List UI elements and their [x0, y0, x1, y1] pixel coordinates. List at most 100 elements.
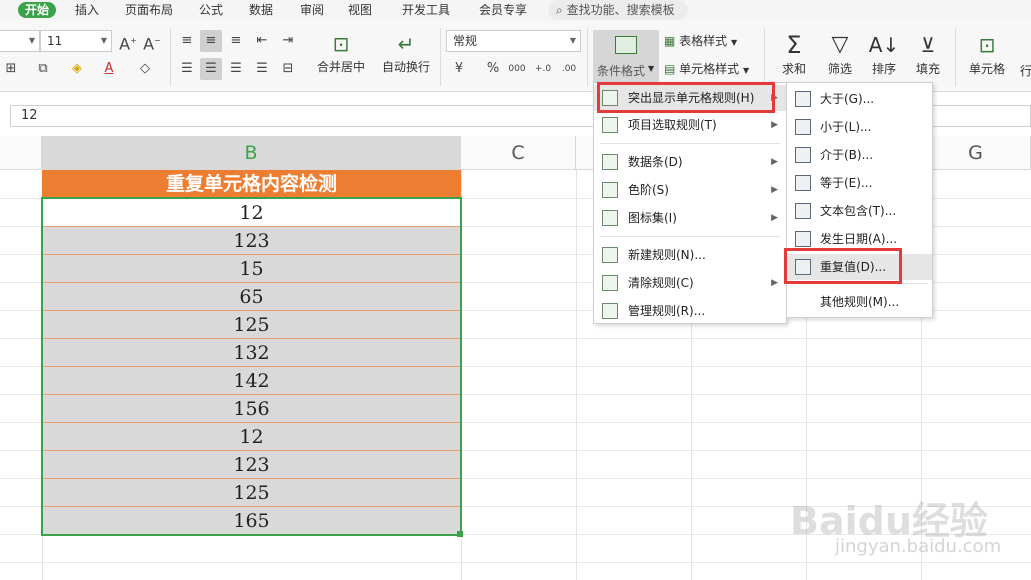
align-bottom-icon[interactable]: ≡: [225, 30, 247, 52]
table-row[interactable]: 123: [42, 451, 461, 479]
number-format-combo[interactable]: 常规 ▼: [446, 30, 581, 52]
highlight-rules-submenu: 大于(G)... 小于(L)... 介于(B)... 等于(E)... 文本包含…: [786, 82, 933, 318]
currency-icon[interactable]: ¥: [448, 58, 470, 80]
column-header-g[interactable]: G: [921, 136, 1031, 170]
conditional-format-button[interactable]: 条件格式 ▼: [593, 30, 659, 88]
table-row[interactable]: 132: [42, 339, 461, 367]
submenu-item-between[interactable]: 介于(B)...: [787, 142, 932, 168]
table-row[interactable]: 156: [42, 395, 461, 423]
tab-view[interactable]: 视图: [348, 2, 372, 18]
submenu-item-equal-to[interactable]: 等于(E)...: [787, 170, 932, 196]
submenu-item-text-contains[interactable]: 文本包含(T)...: [787, 198, 932, 224]
format-brush-icon[interactable]: ⧉: [32, 58, 54, 80]
justify-icon[interactable]: ☰: [251, 58, 273, 80]
table-row[interactable]: 142: [42, 367, 461, 395]
cell-style-button[interactable]: ▤ 单元格样式 ▼: [664, 60, 749, 77]
between-icon: [795, 147, 811, 163]
corner-header[interactable]: [0, 136, 42, 170]
chevron-right-icon: ▶: [771, 120, 778, 130]
tab-data[interactable]: 数据: [249, 2, 273, 18]
submenu-item-more-rules[interactable]: 其他规则(M)...: [787, 289, 932, 315]
table-row[interactable]: 123: [42, 227, 461, 255]
sheet-title-cell[interactable]: 重复单元格内容检测: [42, 170, 461, 198]
filter-button[interactable]: ▽ 筛选: [818, 30, 862, 88]
submenu-item-less-than[interactable]: 小于(L)...: [787, 114, 932, 140]
border-icon[interactable]: ⊞: [0, 58, 22, 80]
align-center-icon[interactable]: ☰: [200, 58, 222, 80]
distribute-icon[interactable]: ⊟: [277, 58, 299, 80]
submenu-item-greater-than[interactable]: 大于(G)...: [787, 86, 932, 112]
tab-member[interactable]: 会员专享: [479, 2, 527, 18]
table-row[interactable]: 125: [42, 479, 461, 507]
table-row[interactable]: 165: [42, 507, 461, 535]
eraser-icon[interactable]: ◇: [134, 58, 156, 80]
table-row[interactable]: 12: [42, 423, 461, 451]
indent-decrease-icon[interactable]: ⇤: [251, 30, 273, 52]
align-right-icon[interactable]: ☰: [225, 58, 247, 80]
menu-item-color-scales[interactable]: 色阶(S) ▶: [594, 177, 786, 203]
chevron-down-icon: ▼: [731, 38, 738, 47]
tab-insert[interactable]: 插入: [75, 2, 99, 18]
submenu-item-date-occurring[interactable]: 发生日期(A)...: [787, 226, 932, 252]
menu-item-manage-rules[interactable]: 管理规则(R)...: [594, 298, 786, 324]
table-row[interactable]: 12: [42, 199, 461, 227]
sum-icon: Σ: [786, 31, 802, 59]
align-left-icon[interactable]: ☰: [176, 58, 198, 80]
menu-item-clear-rules[interactable]: 清除规则(C) ▶: [594, 270, 786, 296]
tab-review[interactable]: 审阅: [300, 2, 324, 18]
menu-item-label: 色阶(S): [628, 183, 669, 197]
submenu-item-label: 小于(L)...: [820, 120, 872, 134]
font-name-combo[interactable]: ▼: [0, 30, 40, 52]
menu-item-new-rule[interactable]: 新建规则(N)...: [594, 242, 786, 268]
icon-sets-icon: [602, 210, 618, 226]
decrease-decimal-icon[interactable]: .00: [558, 58, 580, 80]
table-row[interactable]: 15: [42, 255, 461, 283]
fill-button[interactable]: ⊻ 填充: [906, 30, 950, 88]
font-color-icon[interactable]: A: [98, 58, 120, 80]
table-row[interactable]: 65: [42, 283, 461, 311]
menu-item-highlight-rules[interactable]: 突出显示单元格规则(H) ▶: [594, 85, 786, 111]
fill-color-icon[interactable]: ◈: [66, 58, 88, 80]
increase-font-icon[interactable]: A+: [117, 30, 139, 53]
submenu-item-label: 介于(B)...: [820, 148, 874, 162]
column-header-b[interactable]: B: [42, 136, 461, 170]
chevron-down-icon: ▼: [28, 36, 35, 45]
increase-decimal-icon[interactable]: +.0: [532, 58, 554, 80]
thousands-icon[interactable]: 000: [506, 58, 528, 80]
menu-item-top-bottom-rules[interactable]: 项目选取规则(T) ▶: [594, 112, 786, 138]
align-middle-icon[interactable]: ≡: [200, 30, 222, 52]
submenu-item-label: 重复值(D)...: [820, 260, 887, 274]
menu-item-label: 新建规则(N)...: [628, 248, 706, 262]
table-style-button[interactable]: ▦ 表格样式 ▼: [664, 32, 737, 49]
merge-center-button[interactable]: ⊡ 合并居中: [310, 30, 372, 88]
sort-button[interactable]: A↓ 排序: [862, 30, 906, 88]
chevron-right-icon: ▶: [771, 213, 778, 223]
submenu-item-label: 其他规则(M)...: [820, 295, 900, 309]
fill-handle[interactable]: [457, 531, 463, 537]
tab-home[interactable]: 开始: [18, 2, 57, 18]
chevron-right-icon: ▶: [771, 93, 778, 103]
merge-cells-icon: ⊡: [332, 32, 350, 56]
tab-page-layout[interactable]: 页面布局: [125, 2, 173, 18]
font-size-combo[interactable]: 11 ▼: [40, 30, 112, 52]
sum-button[interactable]: Σ 求和: [772, 30, 816, 88]
submenu-item-duplicate-values[interactable]: 重复值(D)...: [787, 254, 932, 280]
search-box[interactable]: ⌕ 查找功能、搜索模板: [548, 0, 688, 20]
chevron-right-icon: ▶: [771, 278, 778, 288]
submenu-item-label: 大于(G)...: [820, 92, 875, 106]
percent-icon[interactable]: %: [482, 58, 504, 80]
cell-button[interactable]: ⊡ 单元格: [962, 30, 1012, 88]
indent-increase-icon[interactable]: ⇥: [277, 30, 299, 52]
tab-developer[interactable]: 开发工具: [402, 2, 450, 18]
conditional-format-icon: [615, 36, 637, 54]
menu-item-data-bars[interactable]: 数据条(D) ▶: [594, 149, 786, 175]
table-row[interactable]: 125: [42, 311, 461, 339]
decrease-font-icon[interactable]: A−: [141, 30, 163, 53]
tab-formulas[interactable]: 公式: [199, 2, 223, 18]
new-rule-icon: [602, 247, 618, 263]
column-header-c[interactable]: C: [461, 136, 576, 170]
menu-item-icon-sets[interactable]: 图标集(I) ▶: [594, 205, 786, 231]
align-top-icon[interactable]: ≡: [176, 30, 198, 52]
wrap-text-button[interactable]: ↵ 自动换行: [378, 30, 434, 88]
row-button[interactable]: 行: [1020, 62, 1031, 79]
